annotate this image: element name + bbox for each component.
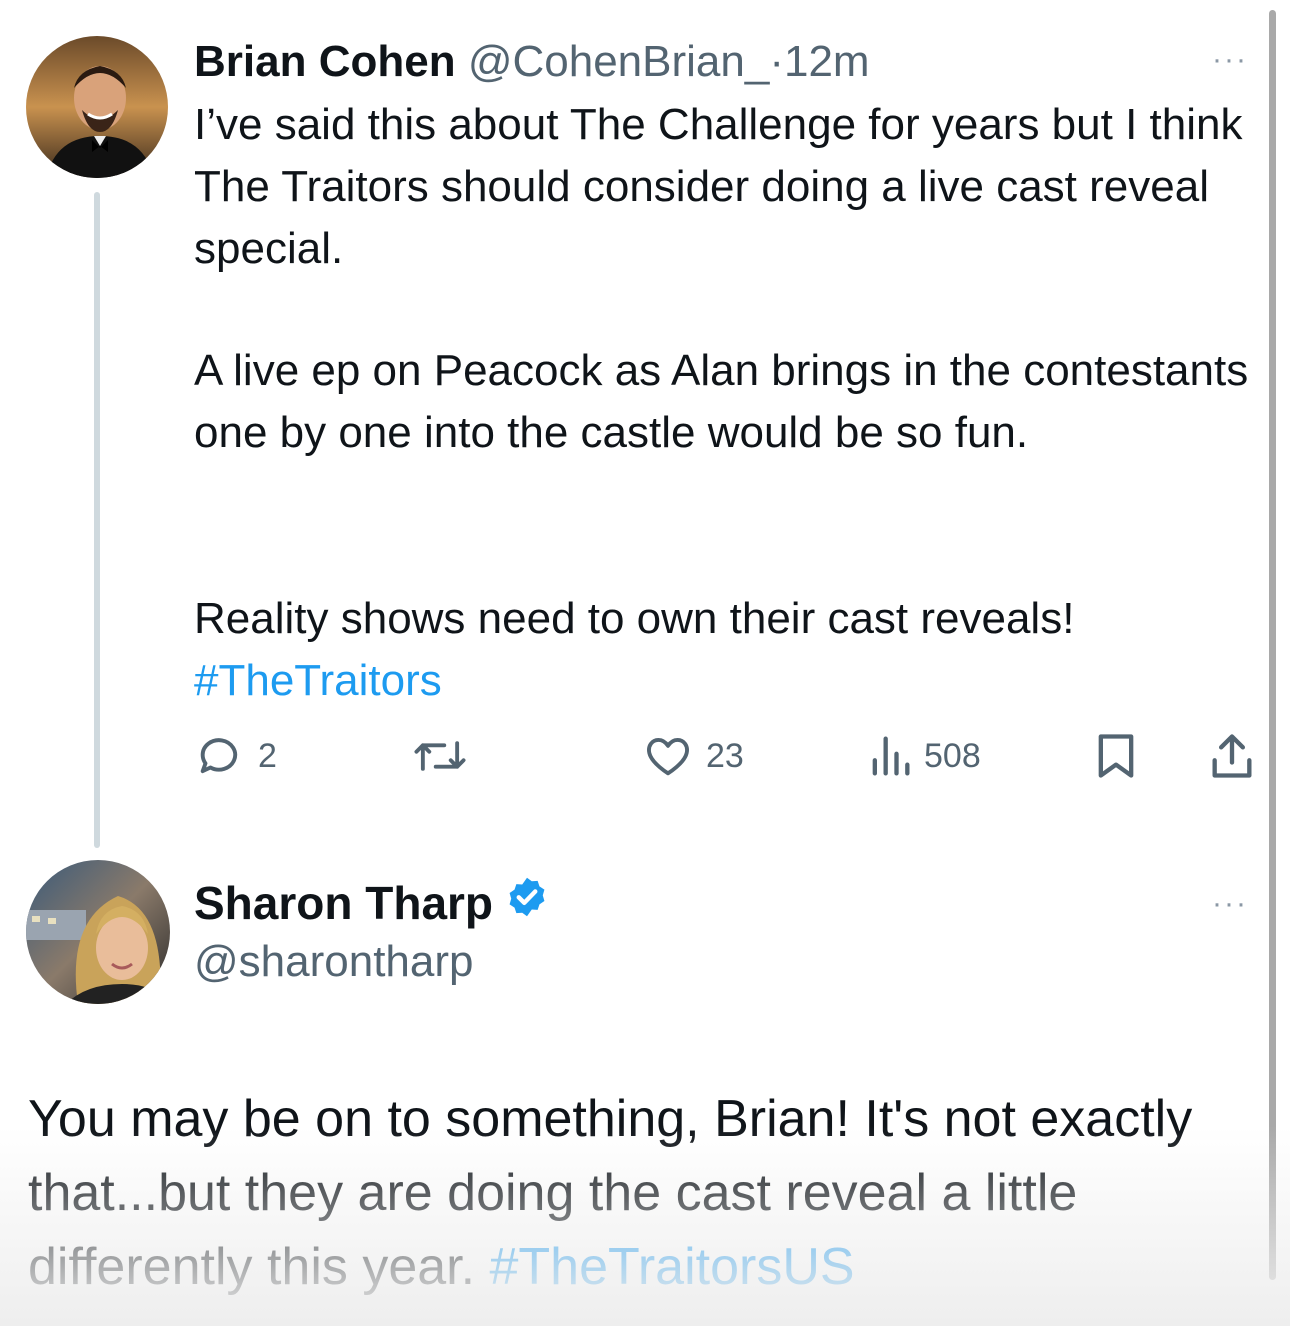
reply-icon (194, 730, 246, 782)
tweet-time[interactable]: 12m (784, 37, 870, 86)
retweet-button[interactable] (410, 730, 482, 782)
time-separator: · (769, 37, 784, 86)
tweet-header: Brian Cohen @CohenBrian_·12m (194, 34, 870, 90)
reply-more-options-icon[interactable]: ··· (1212, 889, 1248, 919)
reply-button[interactable]: 2 (194, 730, 277, 782)
tweet-paragraph-2: A live ep on Peacock as Alan brings in t… (194, 346, 1249, 457)
thread-connector-line (94, 192, 100, 848)
share-button[interactable] (1208, 730, 1256, 782)
tweet-actions: 2 23 508 (194, 730, 1258, 790)
author-handle[interactable]: @CohenBrian_ (468, 37, 770, 86)
reply-author-row: Sharon Tharp (194, 874, 549, 932)
views-count: 508 (924, 736, 981, 775)
heart-icon (642, 730, 694, 782)
reply-hashtag[interactable]: #TheTraitorsUS (490, 1238, 855, 1296)
bookmark-button[interactable] (1094, 730, 1138, 782)
tweet-paragraph-1: I’ve said this about The Challenge for y… (194, 100, 1243, 273)
author-name[interactable]: Brian Cohen (194, 37, 456, 86)
share-icon (1208, 730, 1256, 782)
retweet-icon (410, 730, 470, 782)
verified-badge-icon (505, 874, 549, 932)
like-button[interactable]: 23 (642, 730, 744, 782)
bookmark-icon (1094, 730, 1138, 782)
tweet-hashtag[interactable]: #TheTraitors (194, 650, 1254, 712)
more-options-icon[interactable]: ··· (1212, 45, 1248, 75)
reply-author-handle[interactable]: @sharontharp (194, 934, 474, 990)
views-chart-icon (868, 730, 912, 782)
reply-body: You may be on to something, Brian! It's … (28, 1082, 1258, 1304)
tweet-paragraph-3: Reality shows need to own their cast rev… (194, 594, 1075, 643)
avatar-brian-cohen[interactable] (26, 36, 168, 178)
avatar-sharon-tharp[interactable] (26, 860, 170, 1004)
views-button[interactable]: 508 (868, 730, 981, 782)
reply-author-name[interactable]: Sharon Tharp (194, 874, 493, 932)
reply-count: 2 (258, 736, 277, 775)
scrollbar[interactable] (1269, 10, 1276, 1280)
like-count: 23 (706, 736, 744, 775)
